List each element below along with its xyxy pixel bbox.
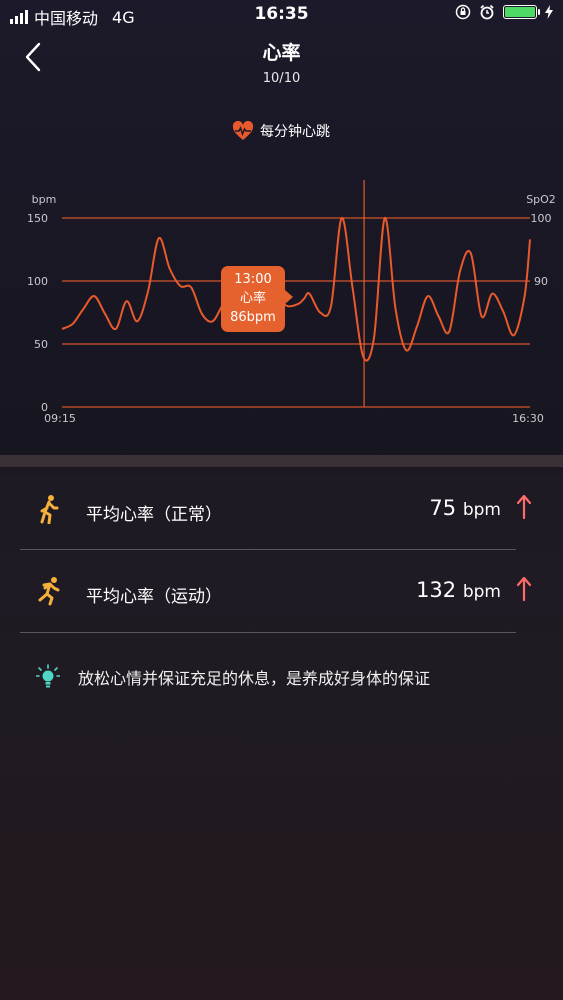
arrow-up-icon [517,494,531,520]
tip-text: 放松心情并保证充足的休息，是养成好身体的保证 [78,669,431,688]
arrow-up-icon [517,576,531,602]
stat-value: 132 bpm [416,578,501,602]
y2-tick-label: 90 [534,275,548,288]
stat-label: 平均心率（正常） [86,505,222,525]
heart-rate-line [61,216,531,362]
tooltip-time: 13:00 [234,272,272,287]
date-label[interactable]: 10/10 [0,71,563,86]
stat-unit: bpm [462,500,501,520]
y2-axis-label: SpO2 [526,193,556,206]
rotation-lock-icon [455,4,471,20]
alarm-icon [480,4,494,20]
tooltip-value: 86bpm [230,310,276,325]
stat-value: 75 bpm [429,496,501,520]
health-tip: 放松心情并保证充足的休息，是养成好身体的保证 [36,664,430,690]
row-divider [20,549,516,550]
stat-row-normal[interactable]: 平均心率（正常） 75 bpm [0,472,563,554]
chart-legend: 每分钟心跳 [232,121,330,141]
x-tick-label: 16:30 [512,412,544,425]
walking-icon [40,495,59,524]
y-axis-label: bpm [32,193,57,206]
page-title: 心率 [262,42,301,64]
heart-pulse-icon [232,121,254,140]
stat-number: 75 [429,496,457,520]
row-divider [20,632,516,633]
x-tick-label: 09:15 [44,412,76,425]
y-tick-label: 100 [27,275,48,288]
y-tick-label: 150 [27,212,48,225]
stat-label: 平均心率（运动） [86,587,222,607]
battery-icon [503,5,540,19]
stat-row-exercise[interactable]: 平均心率（运动） 132 bpm [0,554,563,636]
chart-tooltip: 13:00 心率 86bpm [221,266,293,332]
section-divider [0,455,563,467]
legend-label: 每分钟心跳 [260,124,330,140]
y2-tick-label: 100 [531,212,552,225]
stat-unit: bpm [462,582,501,602]
status-bar-right [455,4,553,20]
battery-fill [505,7,535,17]
lightbulb-icon [36,664,60,688]
stat-number: 132 [416,578,457,602]
status-bar: 中国移动 4G 16:35 [0,0,563,28]
tooltip-name: 心率 [239,291,266,306]
y-tick-label: 50 [34,338,48,351]
running-icon [38,577,60,606]
charging-icon [545,5,553,19]
